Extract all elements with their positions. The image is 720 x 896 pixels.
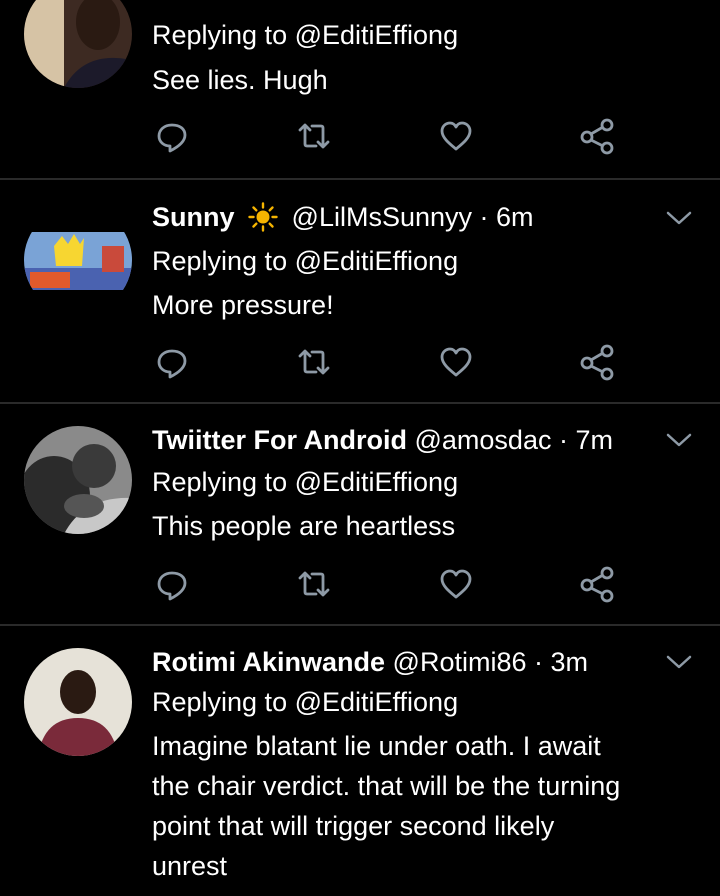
tweet-2[interactable]: Twiitter For Android @amosdac · 7m Reply… (0, 404, 720, 624)
tweet-body-line: point that will trigger second likely (152, 811, 555, 841)
like-icon[interactable] (436, 116, 476, 156)
retweet-icon[interactable] (294, 342, 334, 382)
tweet-body-line: unrest (152, 851, 228, 881)
tweet-header: Twiitter For Android @amosdac · 7m (152, 422, 613, 458)
tweet-body: More pressure! (152, 290, 334, 320)
tweet-body-line: Imagine blatant lie under oath. I await (152, 731, 601, 761)
display-name[interactable]: Sunny (152, 202, 235, 232)
avatar[interactable] (24, 0, 132, 88)
tweet-header: Rotimi Akinwande @Rotimi86 · 3m (152, 644, 588, 680)
reply-icon[interactable] (152, 342, 192, 382)
reply-icon[interactable] (152, 564, 192, 604)
share-icon[interactable] (578, 342, 618, 382)
avatar[interactable] (24, 206, 132, 314)
chevron-down-icon[interactable] (664, 430, 694, 450)
retweet-icon[interactable] (294, 116, 334, 156)
tweet-1[interactable]: Sunny @LilMsSunnyy · 6m Replying to @Edi… (0, 180, 720, 402)
chevron-down-icon[interactable] (664, 208, 694, 228)
tweet-body: This people are heartless (152, 511, 456, 541)
retweet-icon[interactable] (294, 564, 334, 604)
chevron-down-icon[interactable] (664, 652, 694, 672)
reply-line: Replying to @EditiEffiong (152, 467, 459, 497)
reply-line: Replying to @EditiEffiong (152, 246, 459, 276)
display-name[interactable]: Rotimi Akinwande (152, 647, 385, 677)
like-icon[interactable] (436, 342, 476, 382)
like-icon[interactable] (436, 564, 476, 604)
reply-line: Replying to @EditiEffiong (152, 20, 459, 50)
avatar[interactable] (24, 426, 132, 534)
sun-icon (248, 202, 278, 232)
action-bar (152, 342, 622, 382)
action-bar (152, 116, 622, 156)
handle-time[interactable]: @Rotimi86 · 3m (393, 647, 588, 677)
share-icon[interactable] (578, 116, 618, 156)
tweet-body: Imagine blatant lie under oath. I await … (152, 726, 692, 886)
tweet-header: Sunny @LilMsSunnyy · 6m (152, 199, 534, 235)
reply-icon[interactable] (152, 116, 192, 156)
tweet-body-line: the chair verdict. that will be the turn… (152, 771, 621, 801)
handle-time[interactable]: @LilMsSunnyy · 6m (292, 202, 534, 232)
display-name[interactable]: Twiitter For Android (152, 425, 407, 455)
action-bar (152, 564, 622, 604)
handle-time[interactable]: @amosdac · 7m (415, 425, 613, 455)
reply-line: Replying to @EditiEffiong (152, 687, 459, 717)
avatar[interactable] (24, 648, 132, 756)
tweet-body: See lies. Hugh (152, 65, 328, 95)
share-icon[interactable] (578, 564, 618, 604)
tweet-0[interactable]: Replying to @EditiEffiong See lies. Hugh (0, 0, 720, 178)
tweet-3[interactable]: Rotimi Akinwande @Rotimi86 · 3m Replying… (0, 626, 720, 896)
